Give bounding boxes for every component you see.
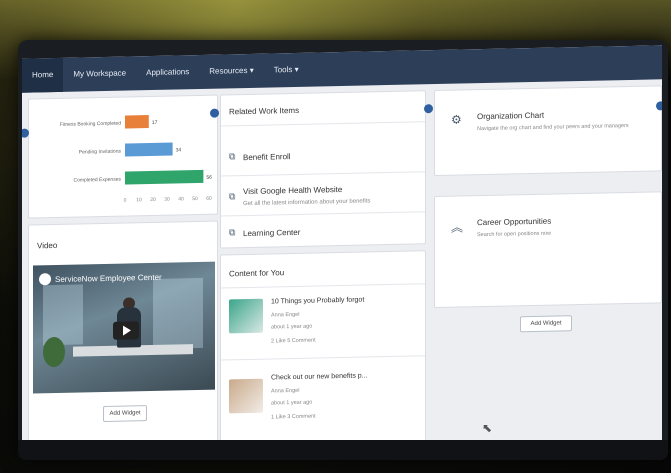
content-item-engagement[interactable]: 2 Like 5 Comment (271, 338, 316, 345)
link-benefit-enroll[interactable]: Benefit Enroll (243, 152, 291, 162)
nav-home[interactable]: Home (22, 57, 64, 93)
mouse-cursor-icon: ⬉ (482, 420, 493, 436)
video-widget: Video ServiceNow Employee Center Add Wid… (28, 220, 218, 455)
bar-value-label: 17 (152, 120, 158, 126)
play-button[interactable] (113, 321, 139, 340)
external-link-icon: ⧉ (229, 191, 236, 202)
video-player[interactable]: ServiceNow Employee Center (33, 261, 215, 394)
drag-handle-dot[interactable] (656, 101, 662, 111)
related-links-title: Related Work Items (229, 105, 300, 117)
org-chart-widget: ⚙ Organization Chart Navigate the org ch… (434, 85, 662, 177)
bar[interactable] (125, 115, 149, 129)
video-overlay-title: ServiceNow Employee Center (55, 272, 162, 285)
link-google-health[interactable]: Visit Google Health Website (243, 185, 342, 196)
x-tick-label: 40 (178, 196, 184, 202)
content-for-you-widget: Content for You 10 Things you Probably f… (220, 250, 426, 453)
employee-portal-screen: Home My Workspace Applications Resources… (22, 45, 662, 457)
x-tick-label: 50 (192, 196, 198, 202)
link-learning-center[interactable]: Learning Center (243, 228, 300, 238)
bar-category-label: Pending Invitations (79, 149, 122, 156)
video-widget-title: Video (37, 240, 58, 251)
nav-tools[interactable]: Tools ▾ (264, 53, 309, 88)
bar-value-label: 56 (206, 175, 212, 181)
drag-handle-dot[interactable] (424, 104, 433, 114)
org-chart-title[interactable]: Organization Chart (477, 111, 544, 121)
add-widget-button-left[interactable]: Add Widget (103, 405, 147, 423)
bar[interactable] (125, 169, 204, 185)
content-for-you-title: Content for You (229, 268, 285, 279)
career-description: Search for open positions now (477, 230, 551, 239)
org-chart-icon: ⚙ (451, 112, 462, 127)
bar[interactable] (125, 142, 173, 157)
career-title[interactable]: Career Opportunities (477, 217, 551, 228)
content-item-time: about 1 year ago (271, 399, 313, 407)
link-google-health-description: Get all the latest information about you… (243, 198, 371, 208)
external-link-icon: ⧉ (229, 227, 236, 238)
bar-category-label: Completed Expenses (73, 177, 121, 184)
career-widget: ︽ Career Opportunities Search for open p… (434, 191, 662, 309)
plant-graphic (43, 336, 65, 368)
bar-category-label: Fitness Booking Completed (60, 121, 121, 128)
content-item-author: Anna Engel (271, 311, 300, 319)
bar-chart: Fitness Booking Completed 17 Pending Invit… (60, 115, 212, 204)
nav-applications[interactable]: Applications (136, 55, 199, 90)
bar-value-label: 34 (176, 147, 182, 153)
content-item-title[interactable]: 10 Things you Probably forgot (271, 297, 364, 306)
org-chart-description: Navigate the org chart and find your pee… (477, 122, 629, 133)
nav-resources[interactable]: Resources ▾ (199, 54, 263, 89)
related-links-widget: Related Work Items ⧉ Benefit Enroll ⧉ Vi… (220, 90, 426, 249)
x-tick-label: 0 (124, 198, 127, 204)
add-widget-button-right[interactable]: Add Widget (520, 315, 572, 333)
content-thumbnail[interactable] (229, 378, 263, 414)
content-item-author: Anna Engel (271, 387, 300, 395)
x-tick-label: 10 (136, 197, 142, 203)
content-item-time: about 1 year ago (271, 323, 313, 331)
x-tick-label: 20 (150, 197, 156, 203)
bar-chart-widget: Fitness Booking Completed 17 Pending Invit… (28, 94, 218, 219)
content-item-title[interactable]: Check out our new benefits p... (271, 372, 368, 381)
x-tick-label: 30 (164, 197, 170, 203)
content-thumbnail[interactable] (229, 298, 263, 334)
x-tick-label: 60 (206, 196, 212, 202)
content-item-engagement[interactable]: 1 Like 3 Comment (271, 414, 316, 421)
chevrons-up-icon: ︽ (451, 220, 464, 235)
video-channel-logo (39, 273, 51, 286)
monitor-bottom-bezel (18, 440, 668, 460)
nav-my-workspace[interactable]: My Workspace (63, 56, 136, 92)
external-link-icon: ⧉ (229, 151, 236, 162)
